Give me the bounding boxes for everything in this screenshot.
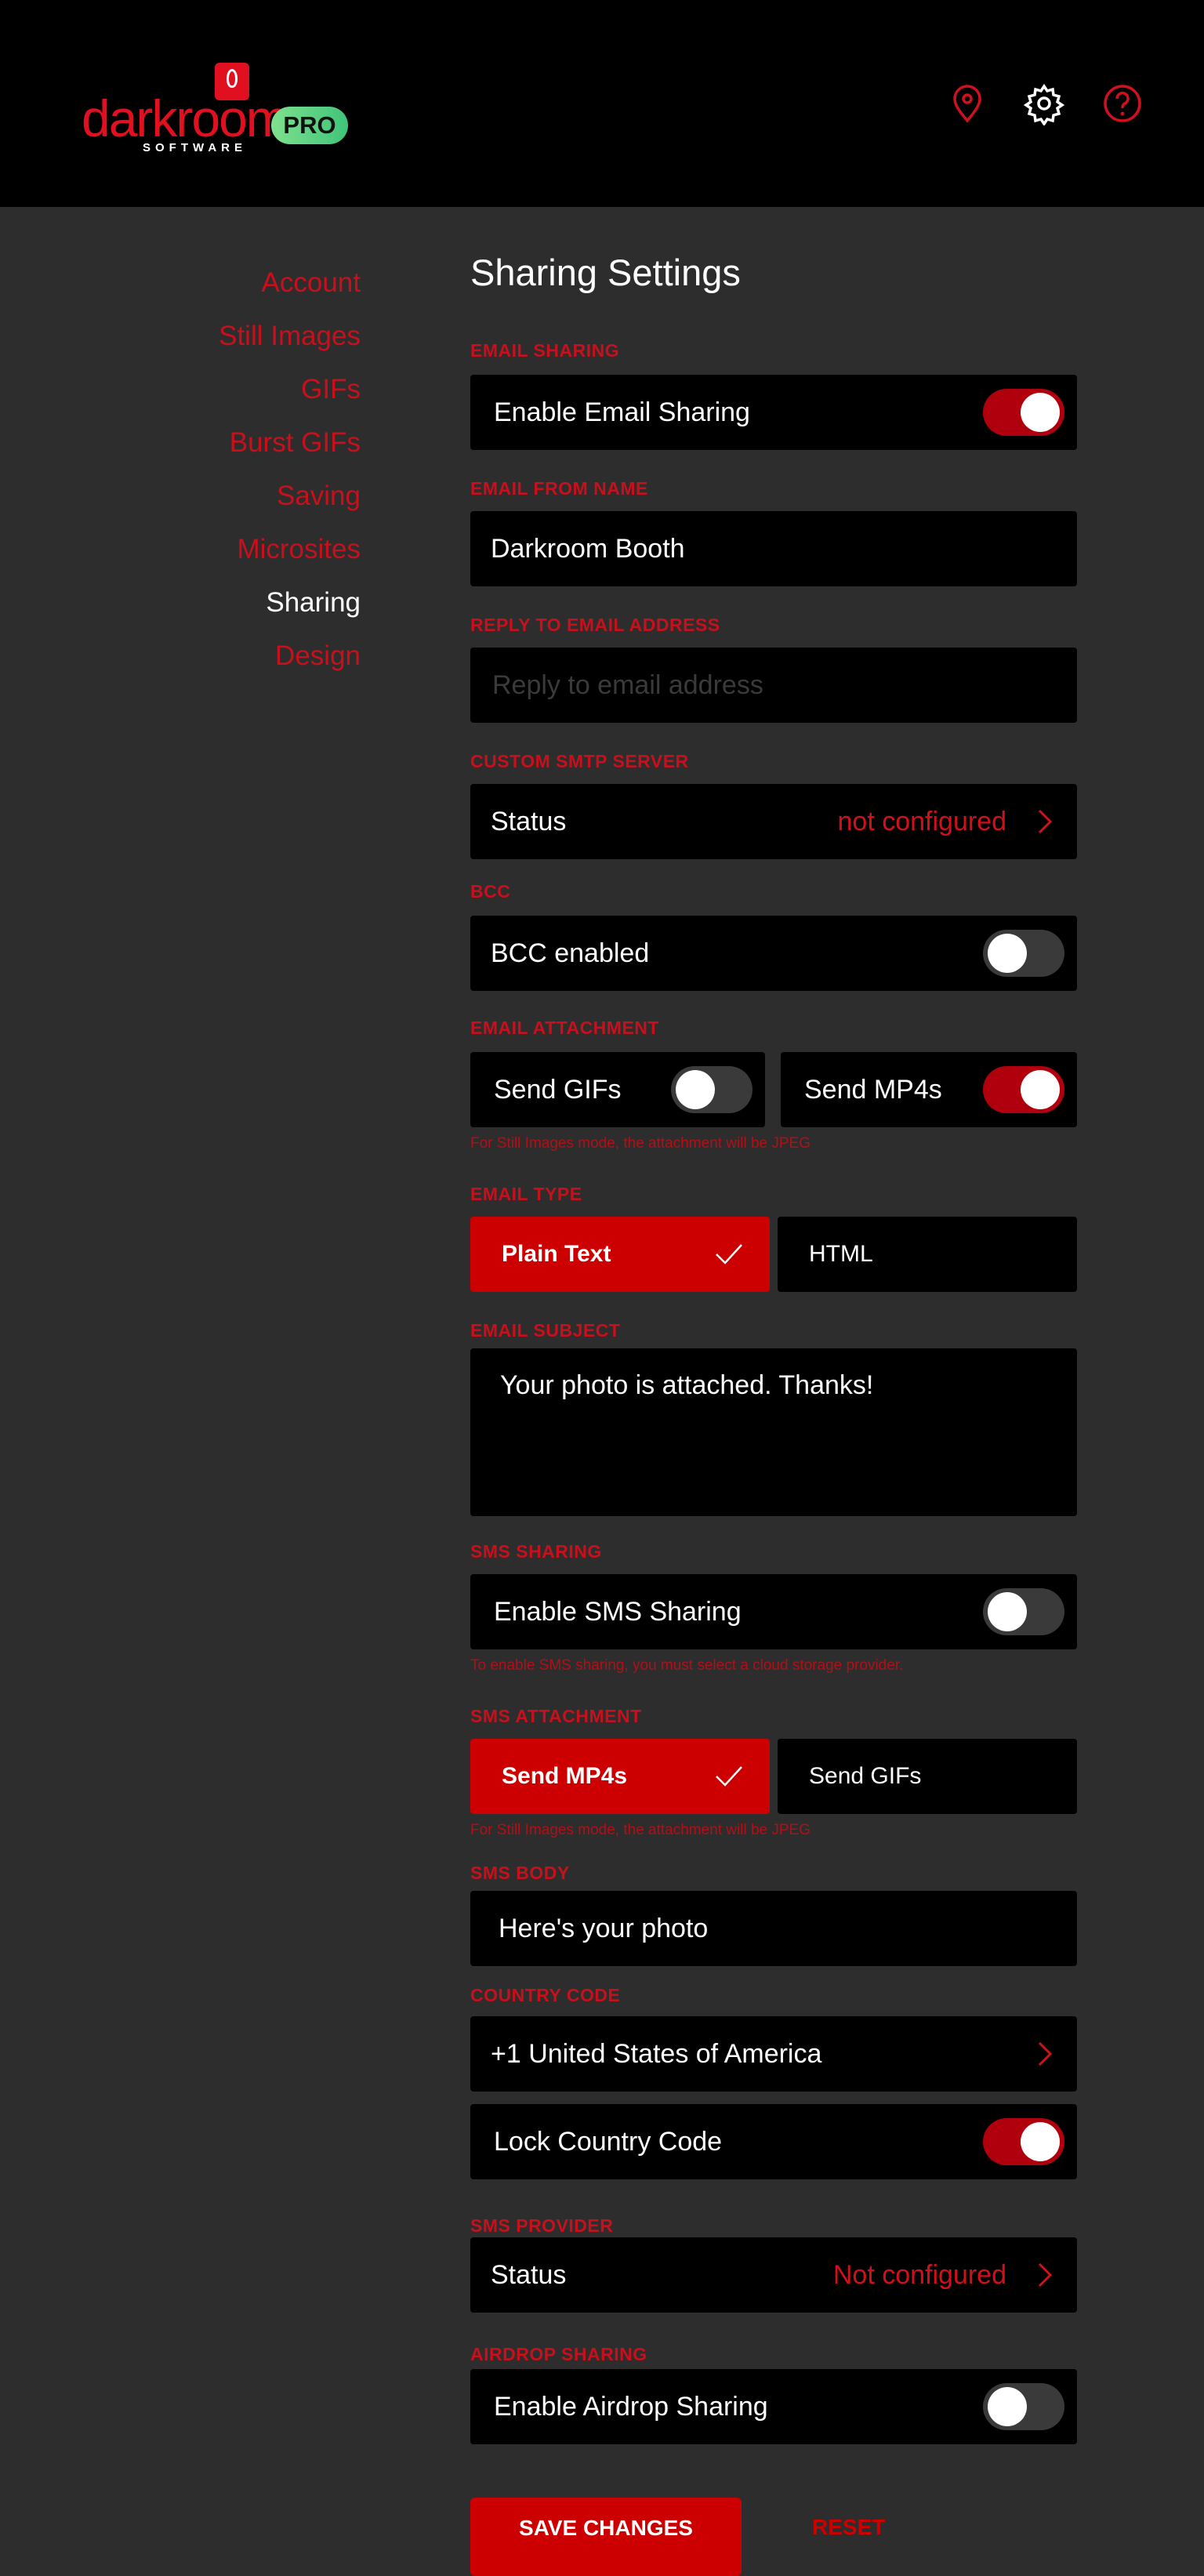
smtp-status-text: Status <box>491 807 567 836</box>
chevron-right-icon <box>1038 2262 1053 2288</box>
email-type-plain-text[interactable]: Plain Text <box>470 1217 770 1292</box>
email-from-name-field[interactable]: Darkroom Booth <box>470 511 1077 586</box>
gear-icon[interactable] <box>1022 82 1066 125</box>
toggle-knob <box>988 934 1027 973</box>
send-gifs-row: Send GIFs <box>470 1052 765 1127</box>
airdrop-sharing-row: Enable Airdrop Sharing <box>470 2369 1077 2444</box>
html-label: HTML <box>809 1241 873 1267</box>
sidebar-item-account[interactable]: Account <box>0 259 361 312</box>
sms-provider-status-value: Not configured <box>832 2260 1006 2290</box>
email-sharing-row: Enable Email Sharing <box>470 375 1077 450</box>
toggle-knob <box>1021 393 1060 432</box>
sidebar-item-burst-gifs[interactable]: Burst GIFs <box>0 419 361 472</box>
sms-body-value: Here's your photo <box>499 1914 709 1943</box>
email-attachment-label: EMAIL ATTACHMENT <box>470 1018 659 1038</box>
country-code-value: +1 United States of America <box>491 2039 822 2069</box>
sms-body-label: SMS BODY <box>470 1863 570 1883</box>
lock-country-code-toggle[interactable] <box>983 2118 1064 2165</box>
airdrop-sharing-text: Enable Airdrop Sharing <box>494 2392 768 2422</box>
bcc-toggle[interactable] <box>983 930 1064 977</box>
sms-sharing-toggle[interactable] <box>983 1588 1064 1635</box>
toggle-knob <box>988 1592 1027 1631</box>
send-gifs-text: Send GIFs <box>494 1075 622 1105</box>
country-code-row[interactable]: +1 United States of America <box>470 2016 1077 2092</box>
sms-provider-status-text: Status <box>491 2260 567 2290</box>
email-sharing-label: EMAIL SHARING <box>470 340 620 361</box>
airdrop-sharing-label: AIRDROP SHARING <box>470 2344 647 2364</box>
toggle-knob <box>676 1070 715 1109</box>
lock-country-code-row: Lock Country Code <box>470 2104 1077 2179</box>
sms-attachment-send-gifs[interactable]: Send GIFs <box>778 1739 1077 1814</box>
bcc-row: BCC enabled <box>470 916 1077 991</box>
sidebar-item-saving[interactable]: Saving <box>0 472 361 525</box>
checkmark-icon <box>716 1244 742 1264</box>
app-header: darkroom SOFTWARE PRO <box>0 0 1204 207</box>
location-pin-icon[interactable] <box>945 82 989 125</box>
pro-badge: PRO <box>271 107 348 144</box>
sidebar-item-microsites[interactable]: Microsites <box>0 525 361 579</box>
sidebar-item-still-images[interactable]: Still Images <box>0 312 361 365</box>
sms-attachment-hint: For Still Images mode, the attachment wi… <box>470 1822 811 1838</box>
toggle-knob <box>1021 1070 1060 1109</box>
country-code-label: COUNTRY CODE <box>470 1985 621 2005</box>
settings-sidebar: Account Still Images GIFs Burst GIFs Sav… <box>0 259 361 685</box>
sms-sharing-label: SMS SHARING <box>470 1541 602 1562</box>
sms-sharing-text: Enable SMS Sharing <box>494 1597 742 1627</box>
lock-country-code-text: Lock Country Code <box>494 2127 723 2157</box>
send-mp4s-text: Send MP4s <box>804 1075 942 1105</box>
reply-to-row <box>470 648 1077 723</box>
email-attachment-hint: For Still Images mode, the attachment wi… <box>470 1135 811 1152</box>
chevron-right-icon <box>1038 2041 1053 2066</box>
email-sharing-text: Enable Email Sharing <box>494 397 750 427</box>
sidebar-item-sharing[interactable]: Sharing <box>0 579 361 632</box>
smtp-status-row[interactable]: Status not configured <box>470 784 1077 859</box>
email-type-html[interactable]: HTML <box>778 1217 1077 1292</box>
plain-text-label: Plain Text <box>502 1241 611 1267</box>
sms-provider-label: SMS PROVIDER <box>470 2215 614 2236</box>
sidebar-item-design[interactable]: Design <box>0 632 361 685</box>
reset-button[interactable]: RESET <box>812 2515 885 2540</box>
airdrop-sharing-toggle[interactable] <box>983 2383 1064 2430</box>
sms-body-field[interactable]: Here's your photo <box>470 1891 1077 1966</box>
send-mp4s-toggle[interactable] <box>983 1066 1064 1113</box>
bcc-label: BCC <box>470 881 511 902</box>
help-icon[interactable] <box>1101 82 1144 125</box>
logo-text: darkroom <box>82 89 289 147</box>
email-type-label: EMAIL TYPE <box>470 1184 582 1204</box>
logo-subtitle: SOFTWARE <box>143 141 247 154</box>
send-mp4s-row: Send MP4s <box>781 1052 1077 1127</box>
email-subject-textarea[interactable]: Your photo is attached. Thanks! <box>470 1348 1077 1516</box>
toggle-knob <box>1021 2122 1060 2161</box>
reply-to-input[interactable] <box>470 648 1077 723</box>
sidebar-item-gifs[interactable]: GIFs <box>0 365 361 419</box>
toggle-knob <box>988 2387 1027 2426</box>
smtp-label: CUSTOM SMTP SERVER <box>470 751 689 771</box>
sms-sharing-hint: To enable SMS sharing, you must select a… <box>470 1657 904 1674</box>
email-sharing-toggle[interactable] <box>983 389 1064 436</box>
reply-to-label: REPLY TO EMAIL ADDRESS <box>470 615 720 635</box>
sms-attachment-label: SMS ATTACHMENT <box>470 1706 642 1726</box>
sms-send-gifs-label: Send GIFs <box>809 1763 922 1789</box>
sms-sharing-row: Enable SMS Sharing <box>470 1574 1077 1649</box>
page-title: Sharing Settings <box>470 252 741 293</box>
email-from-name-label: EMAIL FROM NAME <box>470 478 648 499</box>
sms-attachment-send-mp4s[interactable]: Send MP4s <box>470 1739 770 1814</box>
checkmark-icon <box>716 1766 742 1787</box>
save-changes-button[interactable]: SAVE CHANGES <box>470 2498 742 2576</box>
send-gifs-toggle[interactable] <box>671 1066 752 1113</box>
darkroom-logo: darkroom SOFTWARE PRO <box>82 63 364 154</box>
smtp-status-value: not configured <box>837 807 1007 836</box>
chevron-right-icon <box>1038 809 1053 834</box>
email-subject-label: EMAIL SUBJECT <box>470 1320 621 1341</box>
bcc-text: BCC enabled <box>491 938 650 968</box>
email-from-name-value: Darkroom Booth <box>491 534 685 564</box>
sms-send-mp4s-label: Send MP4s <box>502 1763 628 1789</box>
sms-provider-row[interactable]: Status Not configured <box>470 2237 1077 2313</box>
